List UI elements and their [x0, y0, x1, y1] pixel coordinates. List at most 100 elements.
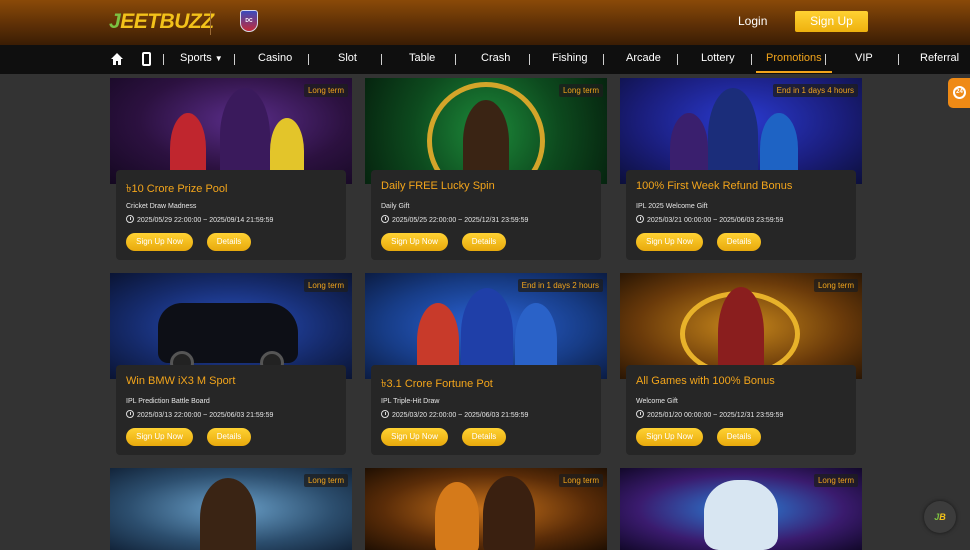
promo-signup-button[interactable]: Sign Up Now	[381, 428, 448, 446]
clock-icon	[126, 410, 134, 418]
promo-banner-image[interactable]: End in 1 days 4 hours	[620, 78, 862, 184]
promo-title: Daily FREE Lucky Spin	[381, 180, 495, 192]
promo-dates: 2025/03/21 00:00:00 ~ 2025/06/03 23:59:5…	[636, 215, 783, 224]
promo-date-range: 2025/03/20 22:00:00 ~ 2025/06/03 21:59:5…	[392, 412, 529, 419]
support-widget[interactable]: 24	[948, 78, 970, 108]
login-button[interactable]: Login	[738, 14, 767, 28]
promo-banner-image[interactable]: End in 1 days 2 hours	[365, 273, 607, 379]
promo-duration-badge: Long term	[303, 474, 348, 487]
clock-icon	[381, 215, 389, 223]
promo-details-button[interactable]: Details	[717, 428, 761, 446]
nav-item-lottery[interactable]: Lottery	[701, 45, 735, 74]
home-icon[interactable]	[110, 52, 124, 66]
promo-dates: 2025/01/20 00:00:00 ~ 2025/12/31 23:59:5…	[636, 410, 783, 419]
team-badge-icon: DC	[240, 10, 258, 32]
promo-duration-badge: Long term	[303, 279, 348, 292]
nav-separator	[308, 54, 309, 65]
promo-info-panel: All Games with 100% Bonus Welcome Gift 2…	[626, 365, 856, 455]
promo-subtitle: IPL Prediction Battle Board	[126, 398, 210, 405]
promo-info-panel: ৳3.1 Crore Fortune Pot IPL Triple-Hit Dr…	[371, 365, 601, 455]
app-float-button[interactable]: JB	[924, 501, 956, 533]
promo-info-panel: ৳10 Crore Prize Pool Cricket Draw Madnes…	[116, 170, 346, 260]
promo-signup-button[interactable]: Sign Up Now	[126, 428, 193, 446]
main-nav: Sports ▼ Casino Slot Table Crash Fishing …	[0, 45, 970, 74]
promo-dates: 2025/03/13 22:00:00 ~ 2025/06/03 21:59:5…	[126, 410, 273, 419]
promo-banner-image[interactable]: Long term	[110, 78, 352, 184]
nav-separator	[529, 54, 530, 65]
promo-banner-image[interactable]: Long term	[620, 468, 862, 550]
nav-separator	[825, 54, 826, 65]
promo-title: Win BMW iX3 M Sport	[126, 375, 236, 387]
nav-item-fishing[interactable]: Fishing	[552, 45, 587, 74]
nav-separator	[234, 54, 235, 65]
promo-banner-image[interactable]: Long term	[110, 273, 352, 379]
nav-separator	[603, 54, 604, 65]
promo-signup-button[interactable]: Sign Up Now	[636, 428, 703, 446]
promo-title: ৳3.1 Crore Fortune Pot	[381, 378, 493, 390]
nav-item-promotions[interactable]: Promotions	[756, 45, 832, 74]
promo-dates: 2025/05/29 22:00:00 ~ 2025/09/14 21:59:5…	[126, 215, 273, 224]
promo-duration-badge: Long term	[303, 84, 348, 97]
promo-details-button[interactable]: Details	[207, 428, 251, 446]
promo-dates: 2025/05/25 22:00:00 ~ 2025/12/31 23:59:5…	[381, 215, 528, 224]
promo-title: ৳10 Crore Prize Pool	[126, 183, 228, 195]
promo-details-button[interactable]: Details	[462, 233, 506, 251]
promo-duration-badge: End in 1 days 4 hours	[772, 84, 858, 97]
promo-card: Long term	[110, 468, 352, 550]
promo-date-range: 2025/05/29 22:00:00 ~ 2025/09/14 21:59:5…	[137, 217, 274, 224]
promo-banner-image[interactable]: Long term	[620, 273, 862, 379]
nav-separator	[163, 54, 164, 65]
logo-text: EETBUZZ	[120, 10, 214, 33]
promo-duration-badge: Long term	[558, 474, 603, 487]
support-24-icon: 24	[953, 86, 966, 99]
mobile-app-icon[interactable]	[142, 52, 151, 66]
nav-item-slot[interactable]: Slot	[338, 45, 357, 74]
promo-date-range: 2025/03/13 22:00:00 ~ 2025/06/03 21:59:5…	[137, 412, 274, 419]
clock-icon	[381, 410, 389, 418]
nav-separator	[455, 54, 456, 65]
nav-separator	[751, 54, 752, 65]
nav-item-crash[interactable]: Crash	[481, 45, 510, 74]
promo-duration-badge: Long term	[813, 474, 858, 487]
nav-separator	[898, 54, 899, 65]
promo-card: Long term All Games with 100% Bonus Welc…	[620, 273, 862, 455]
nav-item-sports[interactable]: Sports ▼	[180, 45, 223, 74]
promo-date-range: 2025/03/21 00:00:00 ~ 2025/06/03 23:59:5…	[647, 217, 784, 224]
nav-item-arcade[interactable]: Arcade	[626, 45, 661, 74]
nav-item-vip[interactable]: VIP	[855, 45, 873, 74]
promo-dates: 2025/03/20 22:00:00 ~ 2025/06/03 21:59:5…	[381, 410, 528, 419]
promo-date-range: 2025/05/25 22:00:00 ~ 2025/12/31 23:59:5…	[392, 217, 529, 224]
promo-duration-badge: End in 1 days 2 hours	[517, 279, 603, 292]
promo-details-button[interactable]: Details	[207, 233, 251, 251]
promo-signup-button[interactable]: Sign Up Now	[126, 233, 193, 251]
nav-item-table[interactable]: Table	[409, 45, 435, 74]
signup-button[interactable]: Sign Up	[795, 11, 868, 32]
promo-card: Long term ৳10 Crore Prize Pool Cricket D…	[110, 78, 352, 260]
promo-card: Long term	[620, 468, 862, 550]
promo-info-panel: 100% First Week Refund Bonus IPL 2025 We…	[626, 170, 856, 260]
promo-card: Long term Win BMW iX3 M Sport IPL Predic…	[110, 273, 352, 455]
site-logo[interactable]: JEETBUZZ	[109, 10, 214, 34]
promo-subtitle: Cricket Draw Madness	[126, 203, 197, 210]
promo-title: All Games with 100% Bonus	[636, 375, 775, 387]
logo-divider	[210, 11, 211, 35]
promo-banner-image[interactable]: Long term	[365, 78, 607, 184]
promo-banner-image[interactable]: Long term	[110, 468, 352, 550]
promo-card: End in 1 days 2 hours ৳3.1 Crore Fortune…	[365, 273, 607, 455]
promo-card: Long term	[365, 468, 607, 550]
promo-details-button[interactable]: Details	[462, 428, 506, 446]
promo-banner-image[interactable]: Long term	[365, 468, 607, 550]
promo-subtitle: Daily Gift	[381, 203, 410, 210]
site-header: JEETBUZZ DC Login Sign Up	[0, 0, 970, 45]
nav-separator	[381, 54, 382, 65]
logo-letter: J	[109, 10, 121, 33]
promo-subtitle: IPL Triple-Hit Draw	[381, 398, 440, 405]
promo-signup-button[interactable]: Sign Up Now	[636, 233, 703, 251]
nav-item-casino[interactable]: Casino	[258, 45, 292, 74]
promo-info-panel: Win BMW iX3 M Sport IPL Prediction Battl…	[116, 365, 346, 455]
nav-item-referral[interactable]: Referral	[920, 45, 959, 74]
promo-signup-button[interactable]: Sign Up Now	[381, 233, 448, 251]
promo-info-panel: Daily FREE Lucky Spin Daily Gift 2025/05…	[371, 170, 601, 260]
promo-details-button[interactable]: Details	[717, 233, 761, 251]
chevron-down-icon: ▼	[214, 54, 223, 63]
